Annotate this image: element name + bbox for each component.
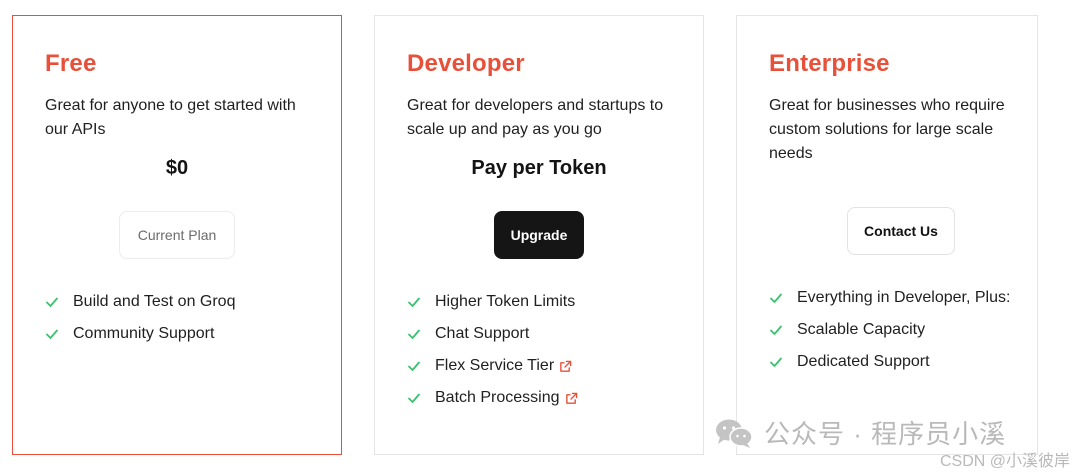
wechat-icon bbox=[716, 419, 753, 448]
external-link-icon[interactable] bbox=[565, 392, 578, 405]
feature-item: Community Support bbox=[45, 318, 235, 350]
feature-item: Build and Test on Groq bbox=[45, 286, 235, 318]
feature-label: Everything in Developer, Plus: bbox=[797, 289, 1011, 306]
feature-label: Build and Test on Groq bbox=[73, 293, 236, 310]
check-icon bbox=[46, 329, 58, 339]
feature-label: Dedicated Support bbox=[797, 353, 930, 370]
feature-label: Community Support bbox=[73, 325, 215, 342]
plan-card-developer[interactable]: Developer Great for developers and start… bbox=[374, 15, 704, 455]
check-icon bbox=[770, 325, 782, 335]
feature-item: Flex Service Tier bbox=[407, 350, 578, 382]
check-icon bbox=[408, 393, 420, 403]
feature-label: Batch Processing bbox=[435, 389, 560, 406]
feature-list: Build and Test on Groq Community Support bbox=[45, 286, 235, 350]
upgrade-button[interactable]: Upgrade bbox=[494, 211, 584, 259]
feature-label: Flex Service Tier bbox=[435, 357, 555, 374]
feature-label: Chat Support bbox=[435, 325, 530, 342]
watermark-text: 公众号 · 程序员小溪 bbox=[764, 419, 1007, 449]
feature-item: Higher Token Limits bbox=[407, 286, 578, 318]
check-icon bbox=[770, 357, 782, 367]
feature-label: Scalable Capacity bbox=[797, 321, 926, 338]
plan-description: Great for developers and startups to sca… bbox=[407, 97, 664, 138]
feature-item: Dedicated Support bbox=[769, 346, 1010, 378]
check-icon bbox=[408, 297, 420, 307]
plan-title: Developer bbox=[407, 50, 525, 77]
plan-card-free[interactable]: Free Great for anyone to get started wit… bbox=[12, 15, 342, 455]
check-icon bbox=[46, 297, 58, 307]
feature-item: Everything in Developer, Plus: bbox=[769, 282, 1010, 314]
plan-card-enterprise[interactable]: Enterprise Great for businesses who requ… bbox=[736, 15, 1038, 455]
external-link-icon[interactable] bbox=[559, 360, 572, 373]
current-plan-button[interactable]: Current Plan bbox=[119, 211, 235, 259]
feature-item: Scalable Capacity bbox=[769, 314, 1010, 346]
plan-title: Free bbox=[45, 50, 97, 77]
check-icon bbox=[408, 361, 420, 371]
feature-item: Chat Support bbox=[407, 318, 578, 350]
plan-description: Great for anyone to get started with our… bbox=[45, 97, 296, 138]
plan-title: Enterprise bbox=[769, 50, 890, 77]
contact-us-button[interactable]: Contact Us bbox=[847, 207, 955, 255]
csdn-watermark: CSDN @小溪彼岸 bbox=[939, 453, 1070, 470]
feature-label: Higher Token Limits bbox=[435, 293, 576, 310]
feature-item: Batch Processing bbox=[407, 382, 578, 414]
check-icon bbox=[408, 329, 420, 339]
watermark: 公众号 · 程序员小溪 bbox=[714, 414, 1006, 451]
feature-list: Everything in Developer, Plus: Scalable … bbox=[769, 282, 1010, 378]
check-icon bbox=[770, 293, 782, 303]
plan-price: $0 bbox=[165, 157, 189, 179]
plan-price: Pay per Token bbox=[471, 157, 607, 179]
feature-list: Higher Token Limits Chat Support Flex Se… bbox=[407, 286, 578, 414]
plan-description: Great for businesses who require custom … bbox=[769, 97, 1005, 162]
